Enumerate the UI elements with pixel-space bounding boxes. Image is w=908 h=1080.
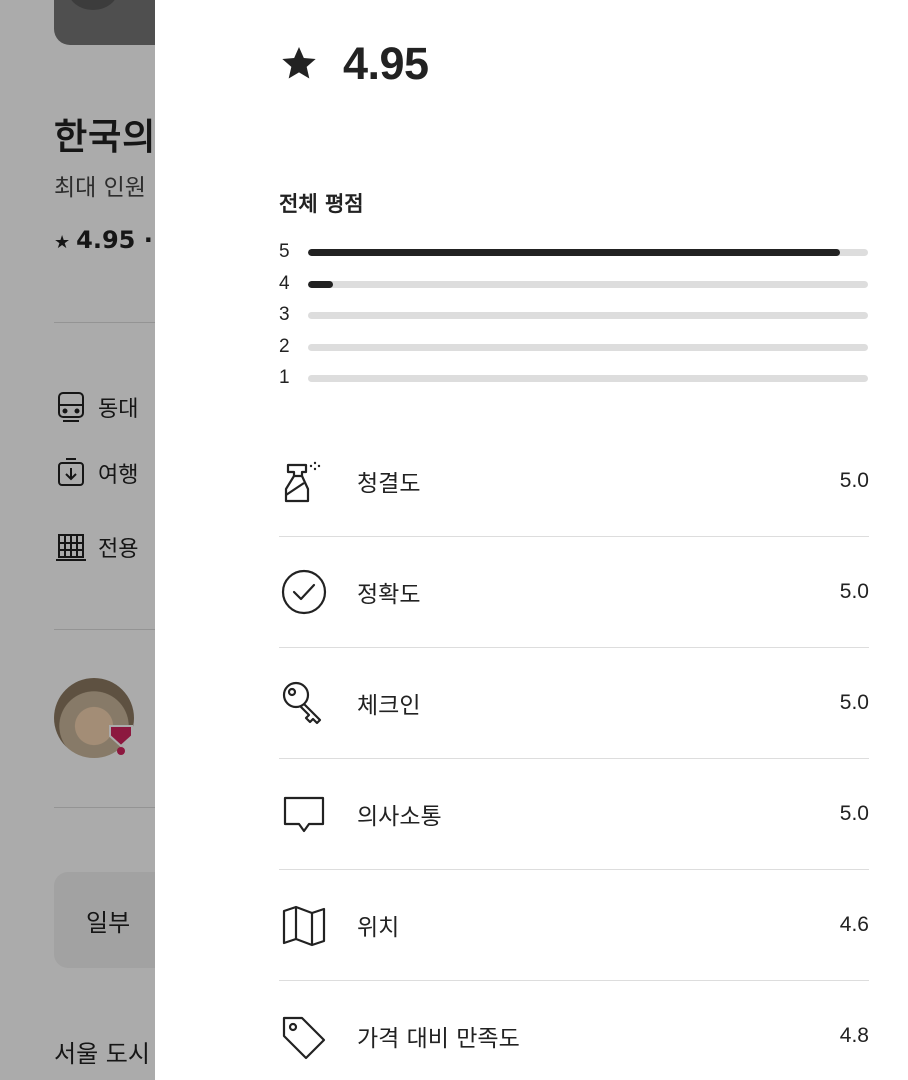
category-label: 체크인 (357, 692, 421, 719)
rating-bar-fill (308, 248, 840, 256)
category-row-location: 위치 4.6 (279, 869, 869, 981)
category-row-checkin: 체크인 5.0 (279, 647, 869, 759)
rating-bar-label: 1 (279, 367, 290, 388)
price-tag-icon (279, 1011, 329, 1061)
category-label: 의사소통 (357, 803, 442, 830)
category-label: 가격 대비 만족도 (357, 1025, 520, 1052)
rating-bar-label: 4 (279, 273, 290, 294)
category-label: 정확도 (357, 581, 421, 608)
category-value: 5.0 (839, 690, 869, 714)
map-icon (279, 900, 329, 950)
overall-rating-label: 전체 평점 (279, 192, 364, 216)
rating-bar-fill (308, 280, 334, 288)
category-value: 4.8 (839, 1023, 869, 1047)
category-value: 5.0 (839, 801, 869, 825)
rating-bar-row: 4 (279, 273, 869, 294)
category-label: 청결도 (357, 470, 421, 497)
speech-bubble-icon (279, 789, 329, 839)
rating-bar-row: 2 (279, 336, 869, 357)
category-row-cleanliness: 청결도 5.0 (279, 425, 869, 537)
category-row-accuracy: 정확도 5.0 (279, 536, 869, 648)
category-value: 5.0 (839, 468, 869, 492)
star-icon (282, 47, 316, 79)
key-icon (279, 678, 329, 728)
rating-bar-track (308, 343, 868, 351)
check-circle-icon (279, 567, 329, 617)
category-value: 4.6 (839, 912, 869, 936)
rating-bar-label: 3 (279, 304, 290, 325)
rating-bar-row: 5 (279, 241, 869, 262)
reviews-modal: 4.95 전체 평점 5 4 3 2 1 청결도 5.0 정확도 5.0 체크인… (155, 0, 908, 1080)
rating-bar-track (308, 374, 868, 382)
rating-bar-track (308, 280, 868, 288)
rating-bar-track (308, 311, 868, 319)
rating-bar-track (308, 248, 868, 256)
rating-bar-label: 2 (279, 336, 290, 357)
category-value: 5.0 (839, 579, 869, 603)
rating-bar-label: 5 (279, 241, 290, 262)
category-row-value: 가격 대비 만족도 4.8 (279, 980, 869, 1080)
category-row-communication: 의사소통 5.0 (279, 758, 869, 870)
overall-score: 4.95 (279, 38, 429, 90)
rating-bar-row: 3 (279, 304, 869, 325)
overall-score-value: 4.95 (343, 38, 429, 89)
category-label: 위치 (357, 914, 400, 941)
spray-bottle-icon (279, 456, 329, 506)
rating-bar-row: 1 (279, 367, 869, 388)
